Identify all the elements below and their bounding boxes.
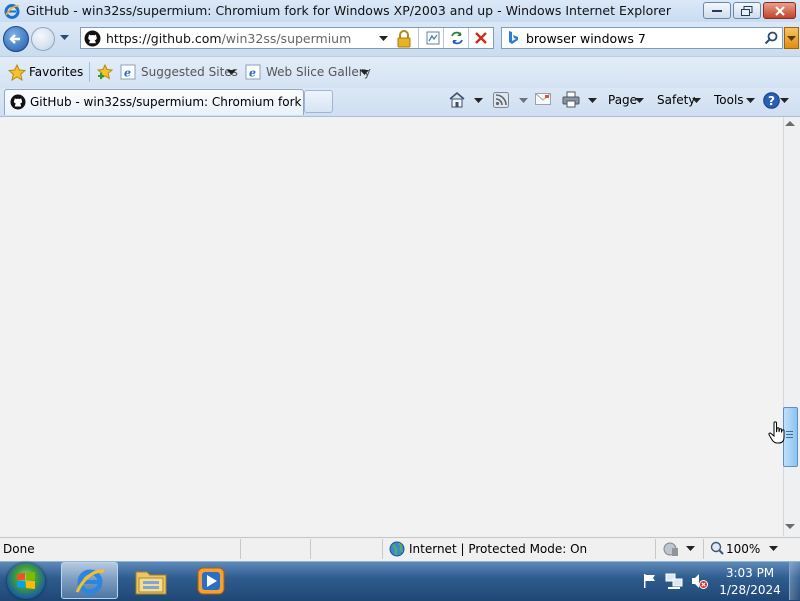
github-icon	[84, 30, 101, 47]
ie-icon	[4, 4, 20, 19]
zoom-level[interactable]: 100%	[726, 542, 760, 556]
url-path: /win32ss/supermium	[221, 31, 352, 46]
address-separator	[443, 28, 444, 48]
favorites-star-icon	[8, 64, 26, 81]
chevron-down-icon[interactable]	[360, 70, 369, 76]
recent-pages-dropdown-icon[interactable]	[60, 35, 69, 41]
tools-menu[interactable]: Tools	[714, 93, 744, 107]
status-separator	[310, 539, 311, 559]
home-icon[interactable]	[448, 91, 466, 108]
status-text: Done	[3, 542, 35, 556]
clock-date[interactable]: 1/28/2024	[718, 583, 782, 597]
chevron-down-icon[interactable]	[780, 98, 789, 104]
close-button[interactable]	[763, 2, 796, 19]
github-icon	[10, 94, 26, 110]
start-button[interactable]	[7, 563, 45, 599]
scrollbar-grip	[786, 431, 793, 440]
tab-label: GitHub - win32ss/supermium: Chromium for…	[30, 95, 329, 109]
page-content[interactable]	[0, 117, 783, 536]
status-separator	[655, 539, 656, 559]
chevron-down-icon[interactable]	[635, 98, 644, 104]
url-host: https://github.com	[106, 31, 222, 46]
explorer-icon[interactable]	[134, 566, 168, 596]
refresh-icon[interactable]	[449, 30, 465, 46]
windows-orb-icon	[17, 572, 35, 589]
search-input[interactable]: browser windows 7	[526, 31, 646, 46]
status-separator	[703, 539, 704, 559]
scroll-up-arrow-icon[interactable]	[785, 121, 795, 127]
add-favorite-icon[interactable]	[96, 63, 114, 81]
search-icon[interactable]	[764, 31, 778, 45]
back-arrow-icon	[9, 34, 20, 44]
scroll-down-arrow-icon[interactable]	[785, 524, 795, 530]
svg-text:e: e	[124, 67, 131, 80]
back-button[interactable]	[3, 26, 29, 52]
ie-page-icon: e	[245, 64, 261, 80]
new-tab-button[interactable]	[304, 90, 333, 113]
zoom-icon[interactable]	[710, 541, 724, 555]
network-icon[interactable]	[665, 572, 683, 590]
media-player-icon[interactable]	[196, 566, 226, 596]
suggested-sites-link[interactable]: Suggested Sites	[141, 65, 238, 79]
status-separator	[382, 539, 383, 559]
chevron-down-icon[interactable]	[227, 70, 236, 76]
chevron-down-icon[interactable]	[746, 98, 755, 104]
restore-icon	[741, 5, 753, 16]
chevron-down-icon[interactable]	[588, 98, 597, 104]
minimize-button[interactable]	[703, 2, 731, 19]
vertical-scrollbar[interactable]	[783, 117, 800, 536]
minimize-icon	[712, 9, 722, 12]
status-separator	[240, 539, 241, 559]
chevron-down-icon[interactable]	[686, 546, 695, 552]
clock-time[interactable]: 3:03 PM	[722, 566, 778, 580]
show-desktop-button[interactable]	[789, 562, 800, 600]
hand-cursor-icon	[768, 421, 785, 444]
mail-icon[interactable]	[535, 93, 551, 106]
bing-icon	[509, 31, 518, 44]
address-dropdown-icon[interactable]	[379, 36, 388, 42]
forward-button[interactable]	[31, 27, 55, 51]
address-separator	[418, 28, 419, 48]
volume-muted-icon[interactable]	[690, 572, 708, 590]
globe-icon	[389, 541, 405, 557]
chevron-down-icon[interactable]	[769, 546, 778, 552]
help-icon[interactable]: ?	[763, 92, 780, 109]
favorites-separator	[89, 62, 90, 82]
page-menu[interactable]: Page	[608, 93, 637, 107]
security-zone[interactable]: Internet | Protected Mode: On	[409, 542, 587, 556]
compat-view-icon[interactable]	[425, 30, 441, 46]
feeds-icon[interactable]	[493, 92, 509, 108]
flag-icon[interactable]	[642, 573, 658, 589]
chevron-down-icon[interactable]	[474, 98, 483, 104]
ie-page-icon: e	[120, 64, 136, 80]
svg-text:?: ?	[768, 94, 775, 108]
window-title: GitHub - win32ss/supermium: Chromium for…	[26, 3, 671, 18]
web-slice-gallery-link[interactable]: Web Slice Gallery	[266, 65, 371, 79]
lock-icon[interactable]	[396, 30, 412, 48]
ie-icon	[75, 569, 105, 595]
stop-icon[interactable]	[474, 31, 488, 45]
protected-mode-icon[interactable]	[662, 541, 680, 557]
close-icon	[774, 5, 785, 16]
search-options-button[interactable]	[784, 27, 799, 49]
chevron-down-icon	[787, 36, 796, 41]
address-separator	[468, 28, 469, 48]
favorites-button[interactable]: Favorites	[29, 65, 83, 79]
address-url[interactable]: https://github.com/win32ss/supermium	[106, 31, 351, 46]
safety-menu[interactable]: Safety	[657, 93, 695, 107]
restore-button[interactable]	[733, 2, 761, 19]
chevron-down-icon[interactable]	[692, 98, 701, 104]
chevron-down-icon[interactable]	[519, 98, 528, 104]
print-icon[interactable]	[562, 91, 580, 108]
svg-text:e: e	[249, 67, 256, 80]
